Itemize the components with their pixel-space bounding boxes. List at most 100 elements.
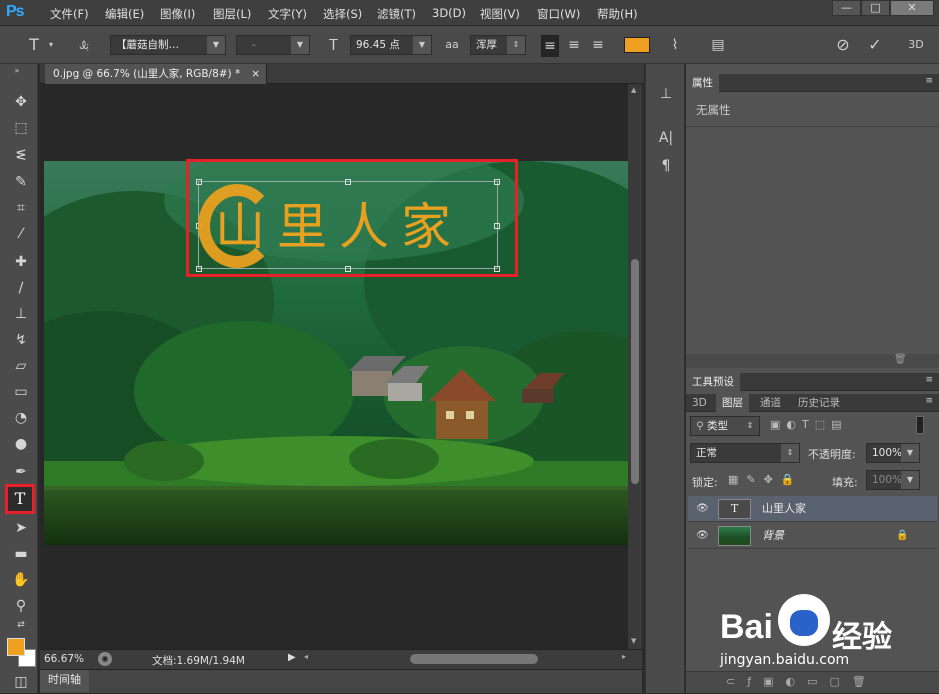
transform-handle[interactable] <box>494 179 500 185</box>
panel-menu-icon[interactable]: ≡ <box>925 76 933 86</box>
layer-filter-icons[interactable]: ▣◐T⬚▤ <box>770 418 920 434</box>
font-family-select[interactable]: 【蘑菇自制… ▼ <box>110 35 226 55</box>
transform-handle[interactable] <box>494 266 500 272</box>
layer-row-text[interactable]: 👁 T 山里人家 <box>688 496 937 522</box>
blend-mode-select[interactable]: 正常 ⇕ <box>690 443 800 463</box>
antialias-select[interactable]: 浑厚 ⇕ <box>470 35 526 55</box>
commit-edit-icon[interactable]: ✓ <box>864 35 886 55</box>
marquee-tool-icon[interactable]: ⬚ <box>8 116 34 140</box>
path-selection-tool-icon[interactable]: ➤ <box>8 516 34 540</box>
menu-image[interactable]: 图像(I) <box>160 6 195 22</box>
status-menu-icon[interactable]: ▶ <box>288 652 296 663</box>
menu-view[interactable]: 视图(V) <box>480 6 520 22</box>
tab-tool-presets[interactable]: 工具预设 <box>686 373 740 391</box>
collapse-icon[interactable]: » <box>4 66 30 76</box>
text-orientation-icon[interactable]: ꕋ <box>72 35 96 55</box>
vertical-scrollbar[interactable]: ▲ ▼ <box>628 84 642 649</box>
font-style-select[interactable]: - ▼ <box>236 35 310 55</box>
tool-presets-icon[interactable]: ⊥ <box>654 84 678 104</box>
layer-filter-select[interactable]: ⚲ 类型 ⇕ <box>690 416 760 436</box>
menu-select[interactable]: 选择(S) <box>323 6 362 22</box>
tab-history[interactable]: 历史记录 <box>792 394 846 412</box>
foreground-color-swatch[interactable] <box>7 638 25 656</box>
status-info-icon[interactable]: ◉ <box>98 652 112 666</box>
layer-name[interactable]: 山里人家 <box>762 496 806 521</box>
layer-name[interactable]: 背景 <box>762 523 784 548</box>
zoom-level[interactable]: 66.67% <box>44 653 84 665</box>
dodge-tool-icon[interactable]: ● <box>8 432 34 456</box>
restore-button[interactable]: □ <box>861 0 890 16</box>
font-size-select[interactable]: 96.45 点 ▼ <box>350 35 432 55</box>
move-tool-icon[interactable]: ✥ <box>8 90 34 114</box>
trash-icon[interactable]: 🗑 <box>894 354 907 365</box>
filter-toggle[interactable] <box>916 416 924 434</box>
crop-tool-icon[interactable]: ⌗ <box>8 196 34 220</box>
visibility-eye-icon[interactable]: 👁 <box>696 523 709 548</box>
panel-menu-icon[interactable]: ≡ <box>925 396 933 406</box>
menu-3d[interactable]: 3D(D) <box>432 6 466 20</box>
brush-tool-icon[interactable]: ∕ <box>8 276 34 300</box>
character-panel-icon[interactable]: ▤ <box>706 35 730 55</box>
menu-file[interactable]: 文件(F) <box>50 6 89 22</box>
cancel-edit-icon[interactable]: ⊘ <box>832 35 854 55</box>
scroll-up-icon[interactable]: ▲ <box>631 86 636 94</box>
transform-handle[interactable] <box>345 179 351 185</box>
scroll-right-icon[interactable]: ▸ <box>622 652 626 661</box>
text-color-swatch[interactable] <box>624 37 650 53</box>
horizontal-scroll-thumb[interactable] <box>410 654 538 664</box>
menu-layer[interactable]: 图层(L) <box>213 6 251 22</box>
lock-icons[interactable]: ▦✎✥🔒 <box>728 473 803 486</box>
visibility-eye-icon[interactable]: 👁 <box>696 496 709 521</box>
lasso-tool-icon[interactable]: ᓬ <box>8 144 34 168</box>
document-tab[interactable]: 0.jpg @ 66.7% (山里人家, RGB/8#) * × <box>45 64 267 84</box>
type-tool-icon[interactable]: T <box>5 484 35 514</box>
hand-tool-icon[interactable]: ✋ <box>8 568 34 592</box>
align-center-icon[interactable]: ≡ <box>565 35 583 55</box>
panel-menu-icon[interactable]: ≡ <box>925 375 933 385</box>
opacity-field[interactable]: 100% ▼ <box>866 443 920 463</box>
fill-field[interactable]: 100% ▼ <box>866 470 920 490</box>
align-right-icon[interactable]: ≡ <box>589 35 607 55</box>
menu-window[interactable]: 窗口(W) <box>537 6 580 22</box>
character-icon[interactable]: A| <box>654 128 678 148</box>
scroll-thumb[interactable] <box>631 259 639 484</box>
gradient-tool-icon[interactable]: ▭ <box>8 380 34 404</box>
quick-mask-icon[interactable]: ◫ <box>8 670 34 694</box>
menu-type[interactable]: 文字(Y) <box>268 6 307 22</box>
type-tool-preset-icon[interactable]: T <box>22 35 46 55</box>
warp-text-icon[interactable]: ⌇ <box>664 35 686 55</box>
healing-brush-tool-icon[interactable]: ✚ <box>8 250 34 274</box>
rectangle-tool-icon[interactable]: ▬ <box>8 542 34 566</box>
zoom-tool-icon[interactable]: ⚲ <box>8 594 34 618</box>
pen-tool-icon[interactable]: ✒ <box>8 460 34 484</box>
close-button[interactable]: ✕ <box>890 0 934 16</box>
layer-row-background[interactable]: 👁 背景 🔒 <box>688 523 937 549</box>
align-left-icon[interactable]: ≡ <box>541 35 559 57</box>
tab-layers[interactable]: 图层 <box>716 394 749 412</box>
scroll-down-icon[interactable]: ▼ <box>631 637 636 645</box>
minimize-button[interactable]: — <box>832 0 861 16</box>
swap-colors-icon[interactable]: ⇄ <box>8 618 34 632</box>
history-brush-tool-icon[interactable]: ↯ <box>8 328 34 352</box>
transform-handle[interactable] <box>196 266 202 272</box>
eyedropper-tool-icon[interactable]: ⁄ <box>8 222 34 246</box>
eraser-tool-icon[interactable]: ▱ <box>8 354 34 378</box>
tab-properties[interactable]: 属性 <box>686 74 719 92</box>
menu-edit[interactable]: 编辑(E) <box>105 6 144 22</box>
preset-dropdown-icon[interactable]: ▾ <box>46 35 56 55</box>
3d-text-button[interactable]: 3D <box>904 35 928 55</box>
tab-channels[interactable]: 通道 <box>754 394 787 412</box>
paragraph-icon[interactable]: ¶ <box>654 156 678 176</box>
menu-filter[interactable]: 滤镜(T) <box>377 6 416 22</box>
transform-handle[interactable] <box>345 266 351 272</box>
close-document-icon[interactable]: × <box>251 64 260 84</box>
clone-stamp-tool-icon[interactable]: ⊥ <box>8 302 34 326</box>
tab-3d[interactable]: 3D <box>686 394 713 412</box>
quick-select-tool-icon[interactable]: ✎ <box>8 170 34 194</box>
menu-help[interactable]: 帮助(H) <box>597 6 638 22</box>
blur-tool-icon[interactable]: ◔ <box>8 406 34 430</box>
timeline-tab[interactable]: 时间轴 <box>40 670 89 692</box>
scroll-left-icon[interactable]: ◂ <box>304 652 308 661</box>
transform-handle[interactable] <box>494 223 500 229</box>
canvas-text-layer[interactable]: 山里人家 <box>215 187 463 259</box>
